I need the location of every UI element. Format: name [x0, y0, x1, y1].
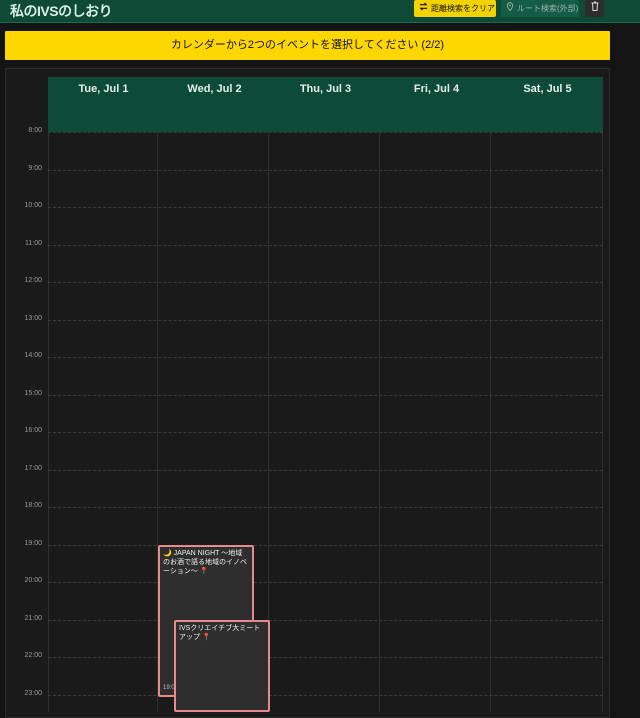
hour-label: 8:00: [28, 127, 42, 134]
hour-label: 23:00: [24, 690, 42, 697]
event-time: 19:0: [163, 685, 175, 691]
hour-gridline: [48, 132, 603, 133]
app-title: 私のIVSのしおり: [10, 3, 113, 19]
event-ivs-creative-meetup[interactable]: IVSクリエイチブ大ミートアップ 📍: [174, 620, 270, 712]
route-search-button[interactable]: ルート検索(外部): [501, 0, 579, 17]
event-title: IVSクリエイチブ大ミートアップ: [179, 625, 261, 641]
hour-gridline: [48, 695, 603, 696]
hour-label: 17:00: [24, 465, 42, 472]
hour-label: 14:00: [24, 352, 42, 359]
swap-route-icon: [419, 0, 428, 17]
hour-gridline: [48, 395, 603, 396]
column-divider: [602, 132, 603, 712]
day-header-wed: Wed, Jul 2: [187, 83, 242, 95]
day-header-fri: Fri, Jul 4: [413, 83, 460, 95]
hour-label: 22:00: [24, 652, 42, 659]
location-pin-icon: 📍: [199, 568, 209, 575]
hour-label: 21:00: [24, 615, 42, 622]
hour-gridline: [48, 432, 603, 433]
column-divider: [48, 132, 49, 712]
hour-gridline: [48, 170, 603, 171]
hour-gridline: [48, 320, 603, 321]
hour-label: 16:00: [24, 427, 42, 434]
hour-label: 9:00: [28, 165, 42, 172]
column-divider: [379, 132, 380, 712]
hour-label: 18:00: [24, 502, 42, 509]
hour-label: 12:00: [24, 277, 42, 284]
trash-icon: [591, 0, 599, 17]
hour-gridline: [48, 357, 603, 358]
hour-gridline: [48, 507, 603, 508]
instruction-banner: カレンダーから2つのイベントを選択してください (2/2): [5, 31, 610, 60]
hour-gridline: [48, 207, 603, 208]
clear-distance-search-label: 距離検索をクリア: [431, 4, 495, 13]
hour-label: 15:00: [24, 390, 42, 397]
hour-gridline: [48, 620, 603, 621]
calendar-header: Tue, Jul 1 Wed, Jul 2 Thu, Jul 3 Fri, Ju…: [48, 77, 603, 132]
map-pin-icon: [506, 0, 514, 17]
delete-button[interactable]: [585, 0, 604, 17]
column-divider: [490, 132, 491, 712]
clear-distance-search-button[interactable]: 距離検索をクリア: [414, 0, 496, 17]
hour-gridline: [48, 545, 603, 546]
hour-gridline: [48, 245, 603, 246]
location-pin-icon: 📍: [201, 634, 211, 641]
hour-label: 13:00: [24, 315, 42, 322]
hour-gridline: [48, 582, 603, 583]
hour-label: 11:00: [25, 240, 42, 247]
route-search-label: ルート検索(外部): [517, 4, 579, 13]
hour-label: 10:00: [24, 202, 42, 209]
hour-label: 20:00: [24, 577, 42, 584]
hour-label: 19:00: [24, 540, 42, 547]
hour-gridline: [48, 282, 603, 283]
top-bar: 私のIVSのしおり 距離検索をクリア ルート検索(外部): [0, 0, 640, 23]
day-header-thu: Thu, Jul 3: [299, 83, 352, 95]
hour-gridline: [48, 470, 603, 471]
day-header-tue: Tue, Jul 1: [78, 83, 129, 95]
day-header-sat: Sat, Jul 5: [523, 83, 572, 95]
hour-gridline: [48, 657, 603, 658]
